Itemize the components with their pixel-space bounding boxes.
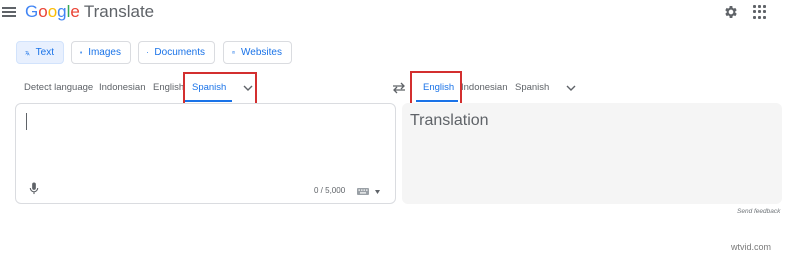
detect-language-tab[interactable]: Detect language — [24, 82, 93, 94]
keyboard-icon[interactable] — [357, 188, 369, 195]
target-lang-indonesian-tab[interactable]: Indonesian — [461, 82, 507, 94]
google-translate-logo: Google Translate — [25, 2, 155, 21]
source-text-area[interactable]: 0 / 5,000 — [15, 103, 396, 204]
mode-images-button[interactable]: Images — [71, 41, 131, 64]
translation-placeholder: Translation — [410, 112, 489, 129]
translate-text-icon — [25, 50, 30, 55]
mode-text-button[interactable]: Text — [16, 41, 64, 64]
image-icon — [80, 51, 82, 54]
gear-icon[interactable] — [723, 4, 739, 20]
swap-languages-icon[interactable] — [392, 82, 406, 94]
apps-grid-icon[interactable] — [753, 5, 767, 19]
mode-text-label: Text — [35, 47, 54, 58]
source-lang-english-tab[interactable]: English — [153, 82, 184, 94]
mode-documents-label: Documents — [154, 47, 205, 58]
hamburger-menu-icon[interactable] — [2, 5, 16, 19]
product-name: Translate — [83, 2, 155, 21]
caret-down-icon[interactable] — [375, 190, 380, 194]
text-cursor — [26, 113, 27, 130]
send-feedback-link[interactable]: Send feedback — [737, 208, 780, 215]
target-lang-spanish-tab[interactable]: Spanish — [515, 82, 549, 94]
watermark-text: wtvid.com — [731, 242, 772, 252]
translation-output-area: Translation — [402, 103, 782, 204]
character-count: 0 / 5,000 — [314, 186, 346, 195]
mode-documents-button[interactable]: Documents — [138, 41, 215, 64]
mode-websites-button[interactable]: Websites — [223, 41, 292, 64]
chevron-down-icon[interactable] — [566, 83, 576, 93]
document-icon — [147, 51, 149, 54]
source-lang-indonesian-tab[interactable]: Indonesian — [99, 82, 145, 94]
mode-websites-label: Websites — [241, 47, 282, 58]
mode-images-label: Images — [88, 47, 121, 58]
website-icon — [232, 51, 235, 54]
microphone-icon[interactable] — [29, 182, 39, 195]
